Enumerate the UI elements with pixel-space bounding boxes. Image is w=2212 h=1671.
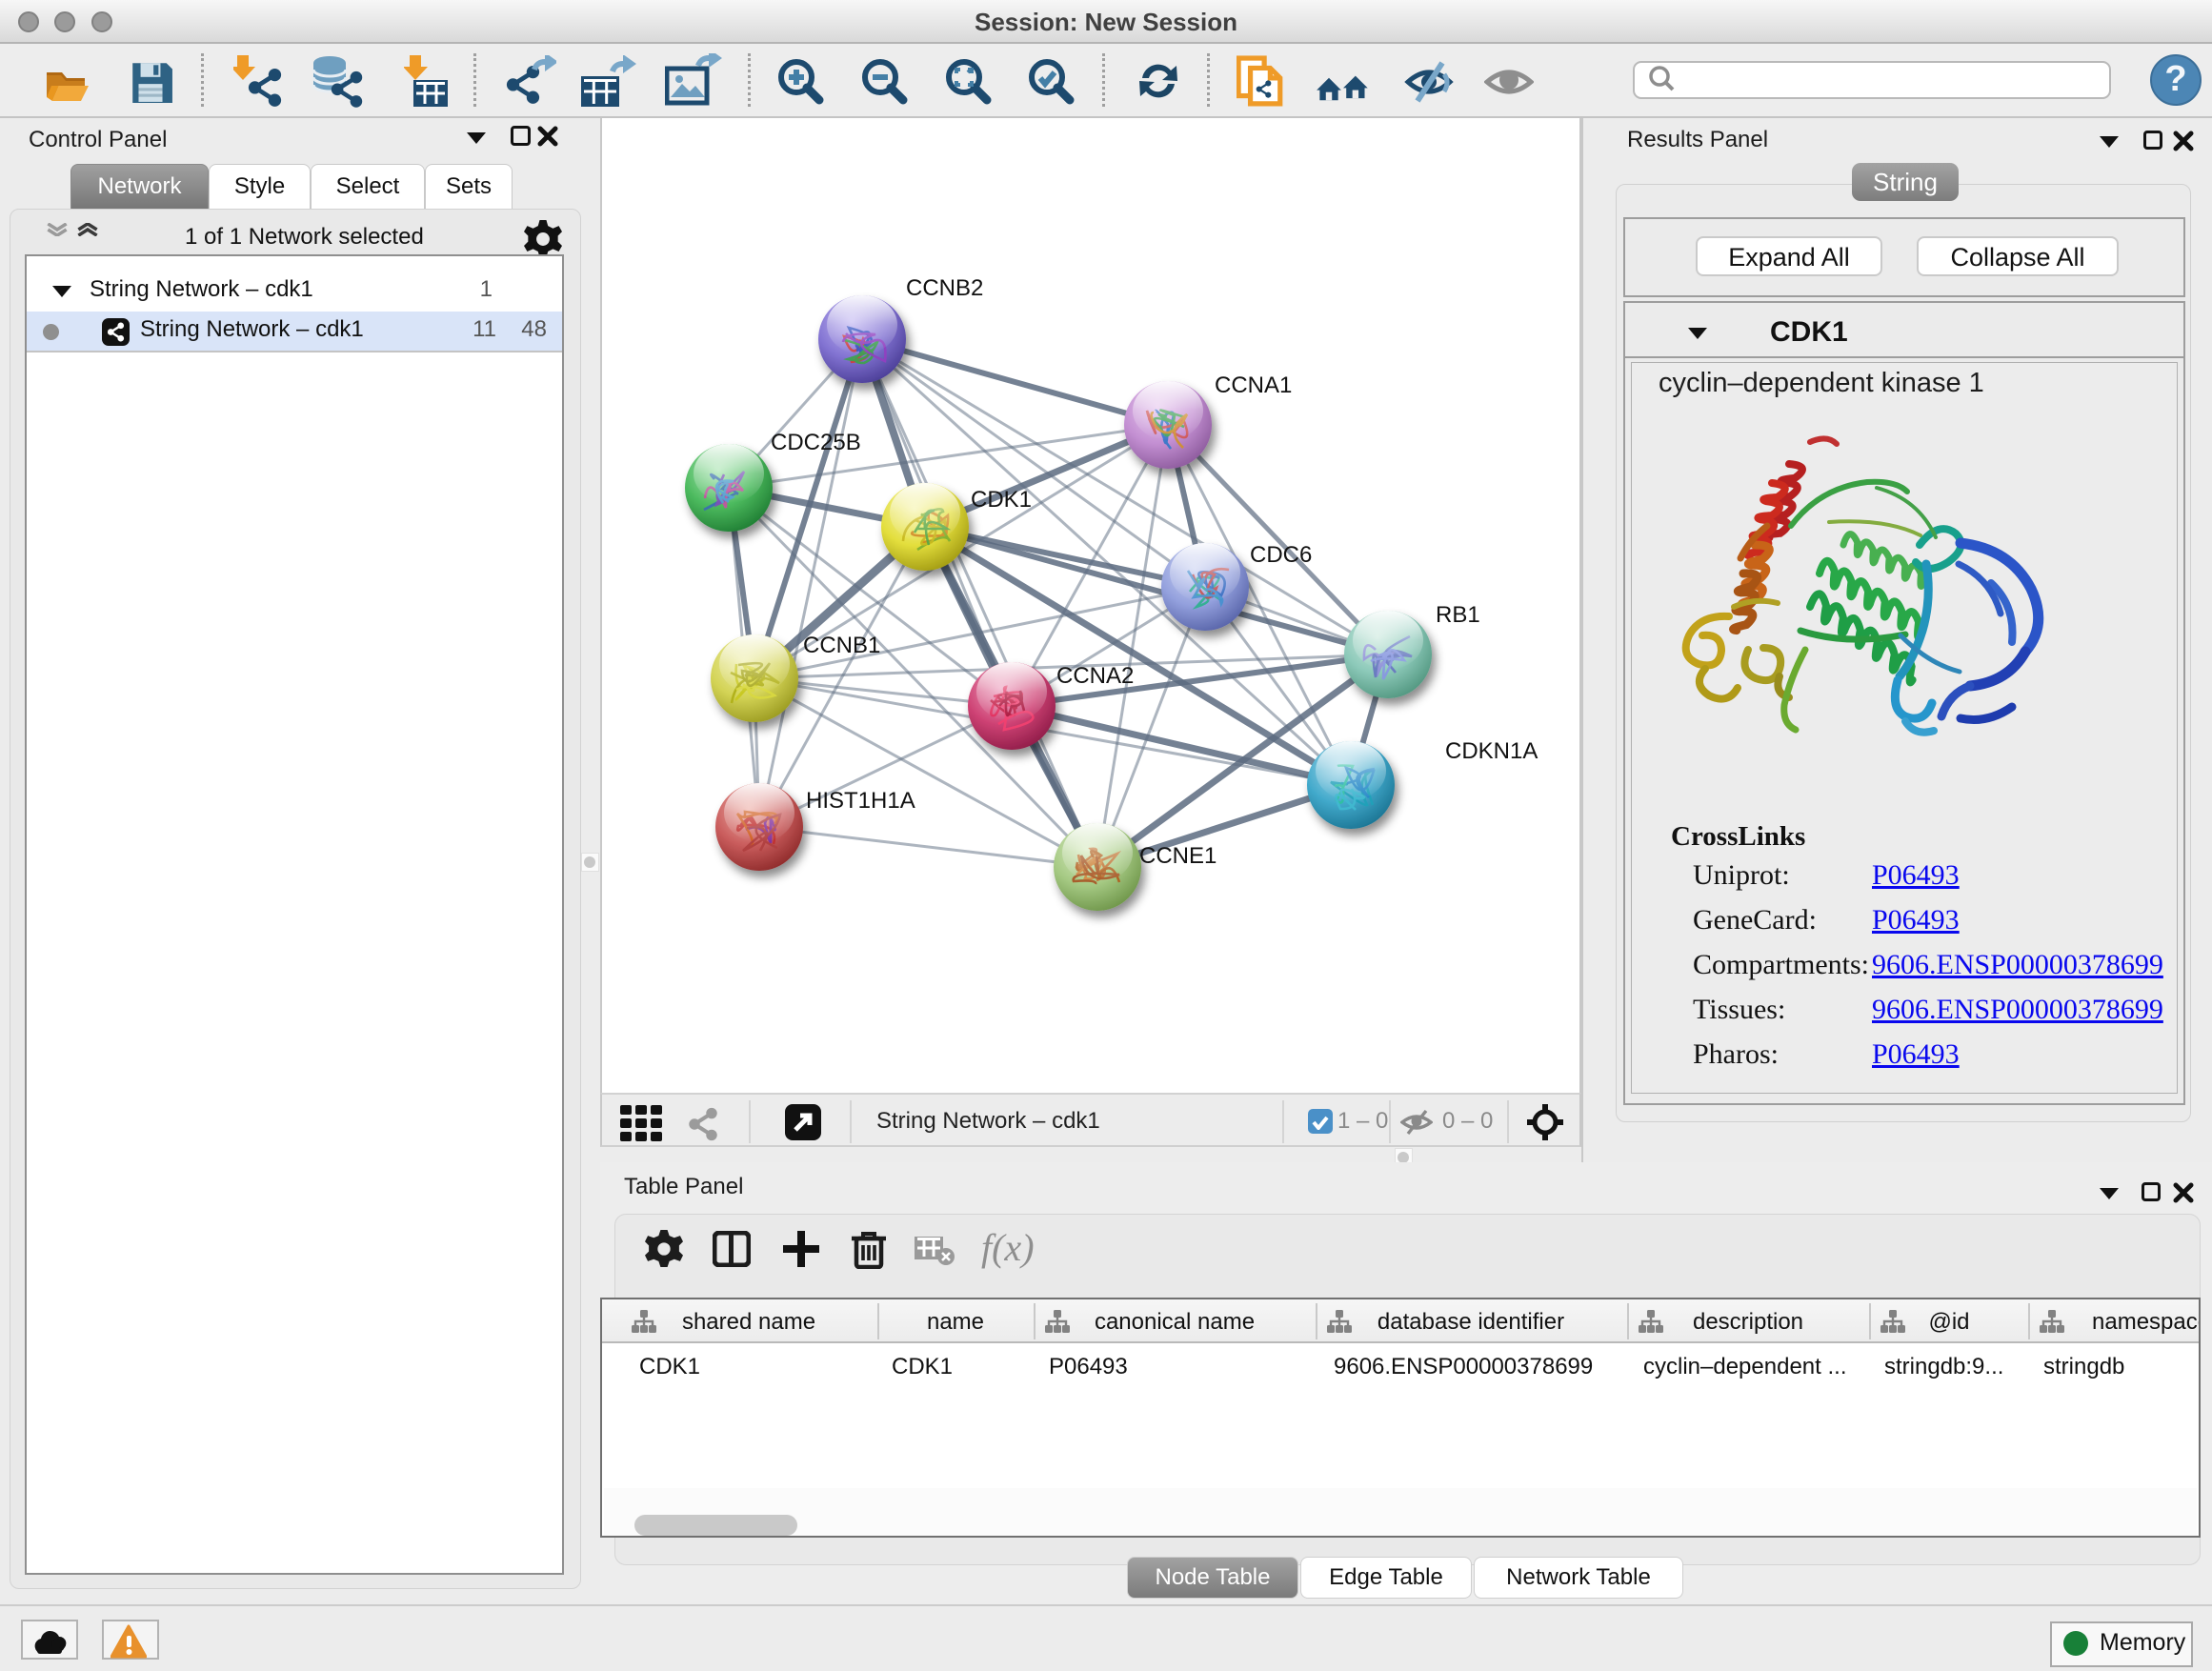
svg-text:CDC6: CDC6 <box>1250 542 1312 568</box>
svg-text:CDKN1A: CDKN1A <box>1445 738 1538 764</box>
svg-text:CCNA1: CCNA1 <box>1215 372 1292 398</box>
svg-text:RB1: RB1 <box>1436 602 1480 628</box>
svg-text:CCNB2: CCNB2 <box>906 275 983 301</box>
svg-text:CCNA2: CCNA2 <box>1056 663 1134 689</box>
svg-text:CDK1: CDK1 <box>971 487 1032 513</box>
svg-text:CDC25B: CDC25B <box>771 430 861 455</box>
svg-text:HIST1H1A: HIST1H1A <box>806 788 915 814</box>
svg-text:CCNB1: CCNB1 <box>803 633 880 658</box>
svg-text:CCNE1: CCNE1 <box>1139 843 1217 869</box>
